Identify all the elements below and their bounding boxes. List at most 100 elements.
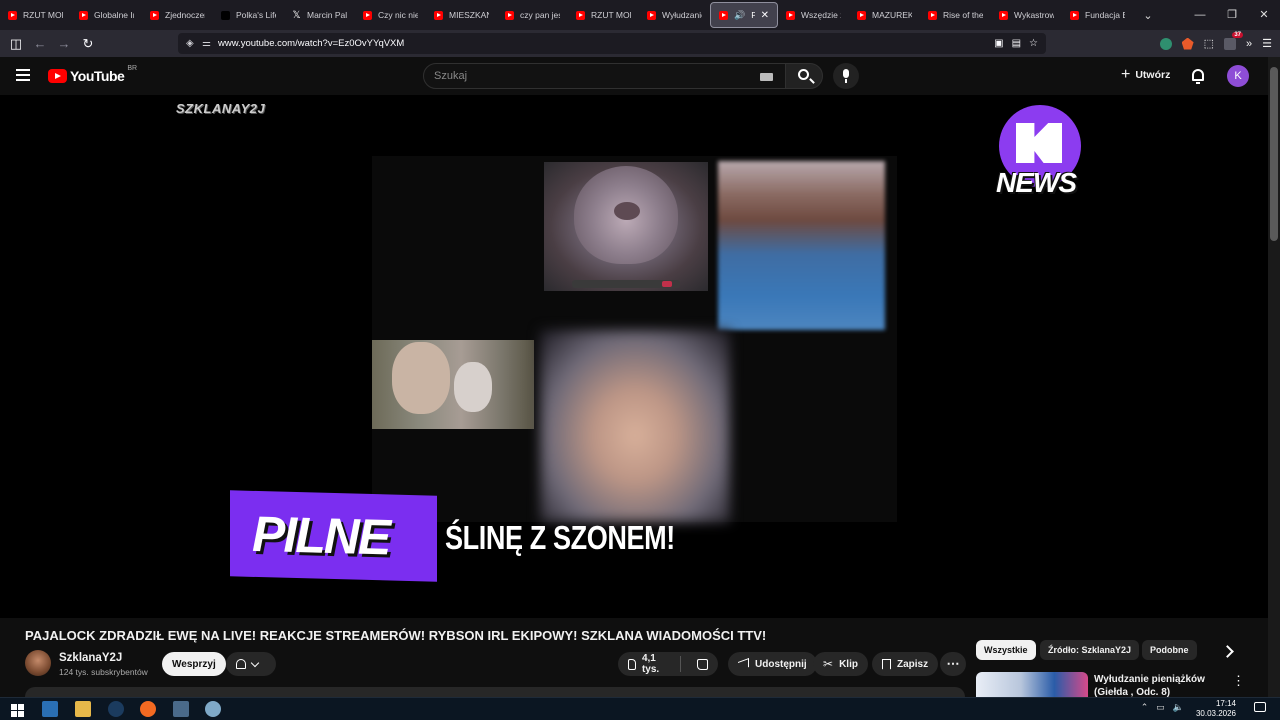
share-button[interactable]: Udostępnij: [728, 652, 817, 676]
youtube-play-icon: [48, 69, 67, 83]
firefox-icon[interactable]: [140, 701, 156, 717]
hamburger-menu-icon[interactable]: [16, 69, 30, 81]
browser-tab-active[interactable]: 🔊PAJA✕: [710, 2, 778, 28]
channel-avatar[interactable]: [25, 650, 51, 676]
reader-view-icon[interactable]: ▤: [1012, 38, 1021, 49]
browser-tab[interactable]: Fundacja EC: [1062, 2, 1133, 28]
more-vertical-icon[interactable]: ⋮: [1232, 673, 1245, 689]
speaker-icon[interactable]: 🔊: [734, 10, 745, 21]
chevron-right-icon[interactable]: [1218, 641, 1238, 661]
search-button[interactable]: [785, 63, 823, 89]
folder-icon[interactable]: [75, 701, 91, 717]
sidebar-toggle-icon[interactable]: ◫: [4, 32, 28, 56]
news-logo-text: NEWS: [996, 167, 1077, 198]
chip-all[interactable]: Wszystkie: [976, 640, 1036, 660]
youtube-icon: [150, 10, 159, 20]
app-menu-icon[interactable]: ☰: [1262, 37, 1272, 50]
browser-tab[interactable]: 𝕏Marcin Pala: [284, 2, 355, 28]
scrollbar-thumb[interactable]: [1270, 67, 1278, 241]
extension-shield-icon[interactable]: [1159, 37, 1172, 50]
notifications-icon[interactable]: [1254, 702, 1266, 712]
browser-tab[interactable]: MAZUREK: [849, 2, 920, 28]
browser-tab[interactable]: Wyłudzanie: [639, 2, 710, 28]
thumbs-up-icon: [628, 658, 636, 670]
youtube-icon: [719, 10, 728, 20]
browser-tab[interactable]: MIESZKANIE: [426, 2, 497, 28]
browser-tab[interactable]: czy pan jest: [497, 2, 568, 28]
browser-tab[interactable]: RZUT MONETY: [568, 2, 639, 28]
create-button[interactable]: + Utwórz: [1121, 67, 1170, 83]
windows-start-icon[interactable]: [9, 701, 25, 717]
youtube-logo[interactable]: YouTube BR: [48, 65, 137, 84]
chip-related[interactable]: Podobne: [1142, 640, 1197, 660]
like-count: 4,1 tys.: [641, 653, 660, 675]
youtube-icon: [79, 10, 88, 20]
browser-tab[interactable]: Globalne Imperium: [71, 2, 142, 28]
keyboard-icon[interactable]: [760, 73, 773, 81]
notifications-bell-icon[interactable]: [1192, 69, 1204, 84]
clock-date: 30.03.2026: [1195, 709, 1236, 718]
permissions-icon[interactable]: ⚌: [202, 38, 218, 49]
steam-icon[interactable]: [108, 701, 124, 717]
youtube-icon: [1070, 10, 1079, 20]
minimize-icon[interactable]: —: [1184, 0, 1216, 30]
app-icon[interactable]: [205, 701, 221, 717]
app-icon[interactable]: [42, 701, 58, 717]
browser-tab[interactable]: Wszędzie za: [778, 2, 849, 28]
network-icon[interactable]: ▭: [1156, 702, 1165, 713]
url-text[interactable]: www.youtube.com/watch?v=Ez0OvYYqVXM: [218, 38, 404, 49]
browser-tab[interactable]: Rise of the: [920, 2, 991, 28]
video-player[interactable]: SZKLANAY2J NEWS PILNE ŚLINĘ Z SZONEM!: [0, 95, 1268, 618]
chevron-up-icon[interactable]: ⌃: [1141, 702, 1149, 713]
more-actions-button[interactable]: ⋯: [940, 652, 966, 676]
list-tabs-chevron-icon[interactable]: ⌄: [1137, 9, 1159, 22]
system-tray: ⌃ ▭ 🔈: [1141, 702, 1184, 713]
user-avatar[interactable]: K: [1227, 65, 1249, 87]
channel-watermark: SZKLANAY2J: [176, 101, 266, 116]
extension-fox-icon[interactable]: [1181, 37, 1194, 50]
close-window-icon[interactable]: ✕: [1248, 0, 1280, 30]
recommendation-title[interactable]: Wyłudzanie pieniążków (Giełda , Odc. 8): [1094, 673, 1226, 699]
extensions-puzzle-icon[interactable]: ⬚: [1204, 37, 1214, 50]
subscription-bell-button[interactable]: [226, 652, 276, 676]
share-icon: [738, 657, 749, 671]
dislike-button[interactable]: [687, 652, 718, 676]
channel-name[interactable]: SzklanaY2J: [59, 652, 122, 664]
browser-tab[interactable]: RZUT MONETY: [0, 2, 71, 28]
shield-icon[interactable]: ◈: [186, 38, 202, 49]
thumbs-down-icon: [697, 658, 708, 670]
address-bar[interactable]: ◈ ⚌ www.youtube.com/watch?v=Ez0OvYYqVXM …: [178, 33, 1046, 54]
bookmark-star-icon[interactable]: ☆: [1029, 38, 1038, 49]
browser-tab[interactable]: Polka's Life: [213, 2, 284, 28]
browser-tab[interactable]: Zjednoczenie: [142, 2, 213, 28]
browser-tab[interactable]: Czy nic nie: [355, 2, 426, 28]
search-input[interactable]: Szukaj: [423, 63, 786, 89]
extension-badge-icon[interactable]: 37: [1224, 31, 1243, 50]
like-dislike-group: 4,1 tys.: [618, 652, 718, 676]
calculator-icon[interactable]: [173, 701, 189, 717]
system-clock[interactable]: 17:14 30.03.2026: [1196, 699, 1236, 719]
youtube-icon: [647, 10, 656, 20]
forward-arrow-icon[interactable]: →: [52, 32, 76, 56]
bookmark-icon: [882, 658, 891, 670]
page-scrollbar[interactable]: [1268, 57, 1280, 697]
more-horizontal-icon: ⋯: [946, 656, 960, 671]
share-label: Udostępnij: [755, 658, 807, 670]
clip-button[interactable]: ✂ Klip: [813, 652, 868, 676]
picture-in-picture-icon[interactable]: ▣: [994, 38, 1003, 49]
divider: [680, 656, 681, 672]
like-button[interactable]: 4,1 tys.: [618, 652, 674, 676]
browser-tab[interactable]: Wykastrowa: [991, 2, 1062, 28]
support-button[interactable]: Wesprzyj: [162, 652, 226, 676]
save-button[interactable]: Zapisz: [872, 652, 939, 676]
reload-icon[interactable]: ↻: [76, 32, 100, 56]
close-tab-icon[interactable]: ✕: [761, 10, 769, 21]
webcam-feed: [372, 340, 534, 429]
volume-icon[interactable]: 🔈: [1173, 702, 1184, 713]
restore-icon[interactable]: ❐: [1216, 0, 1248, 30]
voice-search-button[interactable]: [833, 63, 859, 89]
overflow-menu-icon[interactable]: »: [1246, 38, 1252, 50]
chip-source-channel[interactable]: Źródło: SzklanaY2J: [1040, 640, 1140, 660]
back-arrow-icon[interactable]: ←: [28, 32, 52, 56]
video-title: PAJALOCK ZDRADZIŁ EWĘ NA LIVE! REAKCJE S…: [25, 628, 767, 643]
